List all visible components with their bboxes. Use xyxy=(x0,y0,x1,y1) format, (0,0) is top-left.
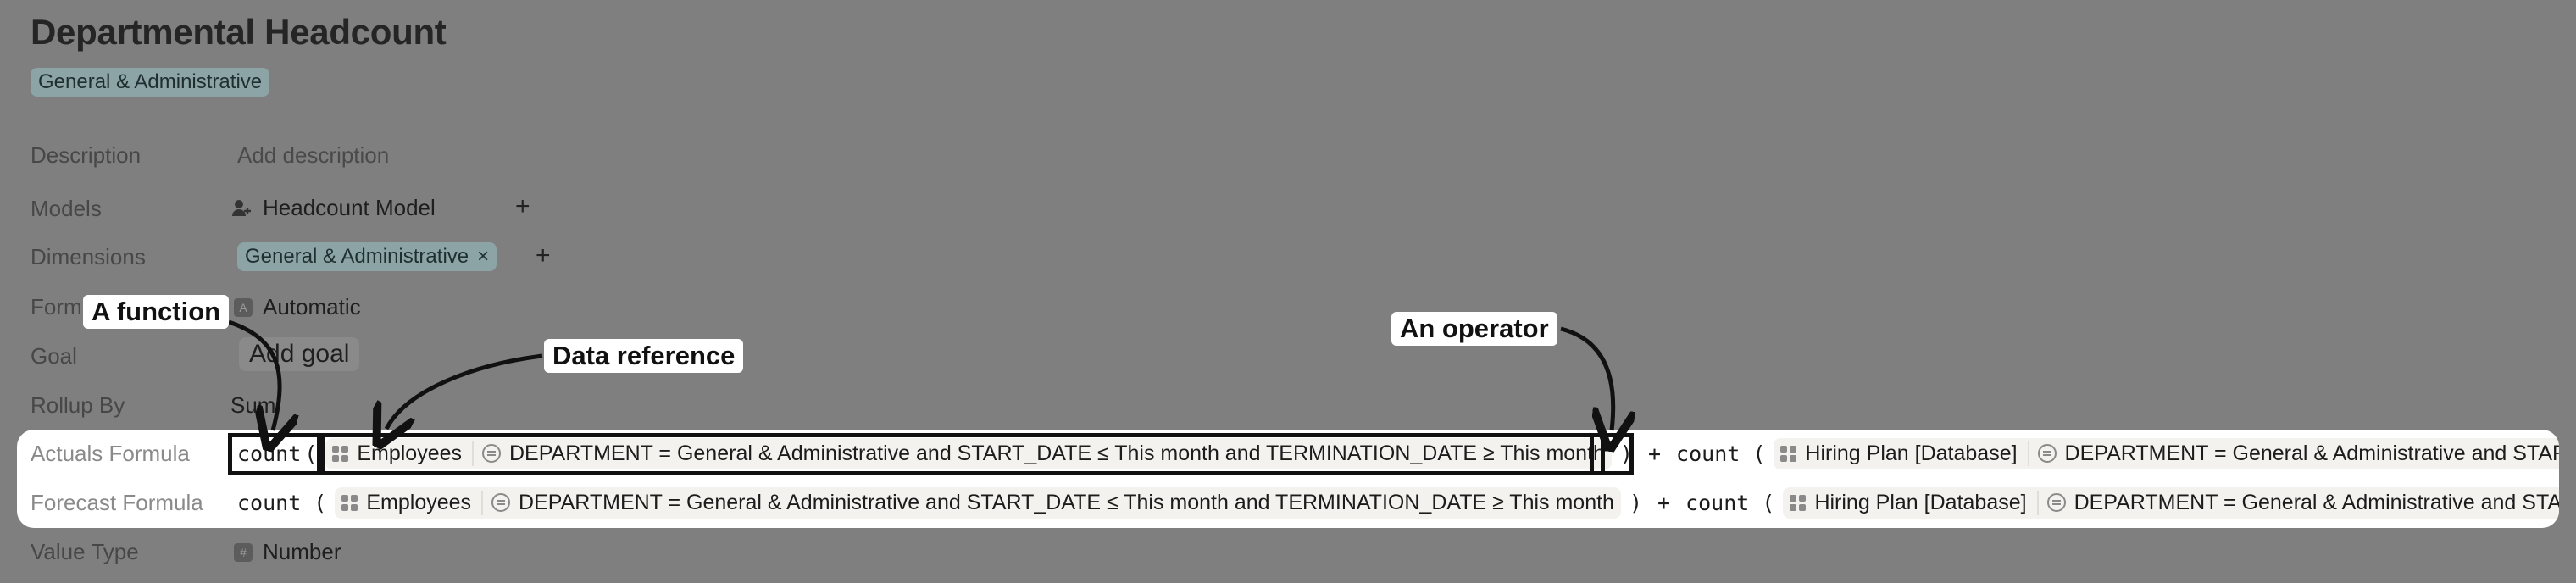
annotation-arrows xyxy=(228,319,2576,583)
callout-function: A function xyxy=(83,295,230,329)
callout-operator: An operator xyxy=(1391,312,1557,346)
operator-arrow xyxy=(1560,326,1613,430)
function-arrow xyxy=(228,319,280,430)
data-reference-arrow xyxy=(386,353,543,429)
callout-data-reference: Data reference xyxy=(544,339,744,373)
